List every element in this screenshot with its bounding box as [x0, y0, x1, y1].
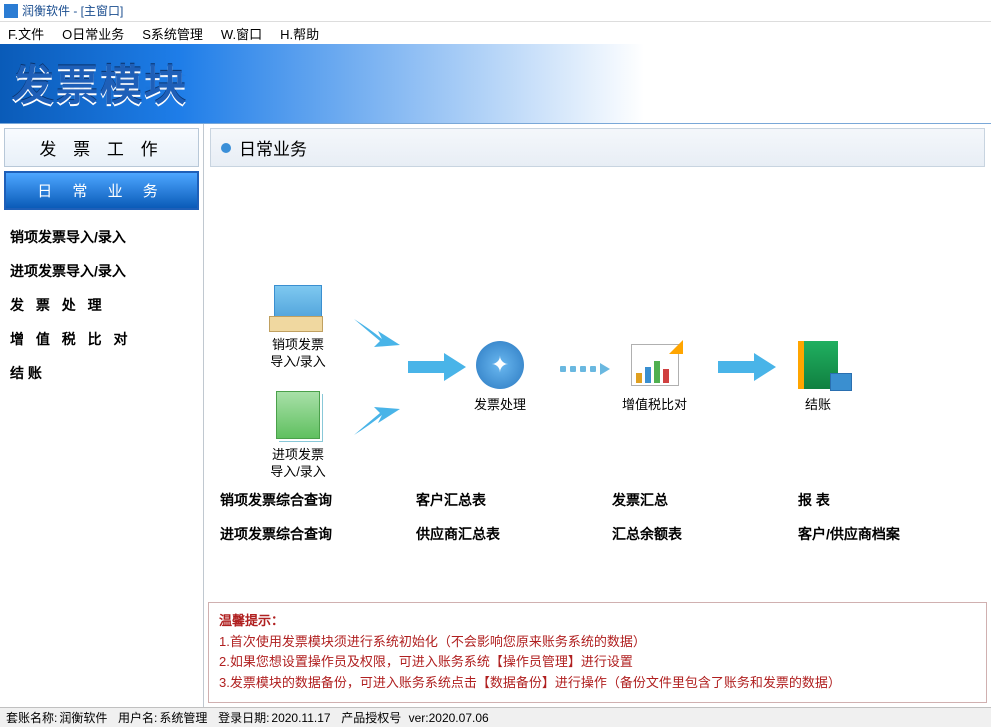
- document-icon: [276, 391, 320, 439]
- gear-icon: [476, 341, 524, 389]
- status-date-label: 登录日期:: [218, 709, 269, 726]
- wf-process-label: 发票处理: [472, 397, 528, 414]
- wf-purchase-label: 进项发票导入/录入: [270, 447, 326, 481]
- arrow-icon: [352, 397, 402, 437]
- wf-purchase[interactable]: 进项发票导入/录入: [270, 387, 326, 481]
- menu-file[interactable]: F.文件: [8, 24, 44, 43]
- sidebar-item-purchase[interactable]: 进项发票导入/录入: [4, 254, 199, 288]
- wf-sales-label: 销项发票导入/录入: [270, 337, 326, 371]
- wf-process[interactable]: 发票处理: [472, 337, 528, 414]
- wf-sales[interactable]: 销项发票导入/录入: [270, 277, 326, 371]
- wf-vat-label: 增值税比对: [622, 397, 687, 414]
- link-invoice-summary[interactable]: 发票汇总: [612, 490, 782, 510]
- sidebar: 发 票 工 作 日 常 业 务 销项发票导入/录入 进项发票导入/录入 发 票 …: [0, 124, 204, 707]
- app-icon: [4, 4, 18, 18]
- titlebar: 润衡软件 - [主窗口]: [0, 0, 991, 22]
- link-customer-summary[interactable]: 客户汇总表: [416, 490, 596, 510]
- status-user-label: 用户名:: [118, 709, 157, 726]
- banner: 发票模块 发票模块: [0, 44, 991, 124]
- chart-icon: [631, 344, 679, 386]
- status-lic: ver:2020.07.06: [409, 711, 489, 725]
- arrow-icon: [718, 353, 776, 381]
- dots-arrow-icon: [560, 363, 610, 375]
- sidebar-item-close[interactable]: 结 账: [4, 356, 199, 390]
- arrow-icon: [352, 317, 402, 357]
- menu-window[interactable]: W.窗口: [221, 24, 262, 43]
- link-purchase-query[interactable]: 进项发票综合查询: [220, 524, 400, 544]
- content-header: 日常业务: [210, 128, 985, 167]
- statusbar: 套账名称: 润衡软件 用户名: 系统管理 登录日期: 2020.11.17 产品…: [0, 707, 991, 727]
- book-icon: [798, 341, 838, 389]
- sidebar-item-sales[interactable]: 销项发票导入/录入: [4, 220, 199, 254]
- quick-links: 销项发票综合查询 客户汇总表 发票汇总 报 表 进项发票综合查询 供应商汇总表 …: [220, 490, 981, 544]
- content-title: 日常业务: [239, 135, 307, 160]
- status-date: 2020.11.17: [271, 711, 330, 725]
- window-title: 润衡软件 - [主窗口]: [22, 2, 123, 19]
- bullet-icon: [221, 143, 231, 153]
- sidebar-item-vat[interactable]: 增 值 税 比 对: [4, 322, 199, 356]
- menubar: F.文件 O日常业务 S系统管理 W.窗口 H.帮助: [0, 22, 991, 44]
- menu-help[interactable]: H.帮助: [280, 24, 319, 43]
- tips-panel: 温馨提示： 1.首次使用发票模块须进行系统初始化（不会影响您原来账务系统的数据）…: [208, 602, 987, 703]
- tips-line3: 3.发票模块的数据备份，可进入账务系统点击【数据备份】进行操作（备份文件里包含了…: [219, 673, 976, 694]
- status-account-label: 套账名称:: [6, 709, 57, 726]
- menu-system[interactable]: S系统管理: [142, 24, 203, 43]
- tips-line2: 2.如果您想设置操作员及权限，可进入账务系统【操作员管理】进行设置: [219, 652, 976, 673]
- status-user: 系统管理: [159, 709, 207, 726]
- sidebar-active-item[interactable]: 日 常 业 务: [4, 171, 199, 210]
- link-balance-summary[interactable]: 汇总余额表: [612, 524, 782, 544]
- sidebar-header: 发 票 工 作: [4, 128, 199, 167]
- tips-title: 温馨提示：: [219, 611, 976, 632]
- wf-close-label: 结账: [790, 397, 846, 414]
- banner-reflection: 发票模块: [12, 70, 188, 101]
- tips-line1: 1.首次使用发票模块须进行系统初始化（不会影响您原来账务系统的数据）: [219, 632, 976, 653]
- link-reports[interactable]: 报 表: [798, 490, 978, 510]
- wf-vat[interactable]: 增值税比对: [622, 337, 687, 414]
- workflow: 销项发票导入/录入 进项发票导入/录入 发票处理 增值税比对 结账: [210, 187, 985, 507]
- document-icon: [274, 285, 322, 325]
- status-lic-label: 产品授权号: [341, 709, 401, 726]
- wf-close[interactable]: 结账: [790, 337, 846, 414]
- arrow-icon: [408, 353, 466, 381]
- link-archives[interactable]: 客户/供应商档案: [798, 524, 978, 544]
- link-supplier-summary[interactable]: 供应商汇总表: [416, 524, 596, 544]
- status-account: 润衡软件: [59, 709, 107, 726]
- content: 日常业务 销项发票导入/录入 进项发票导入/录入 发票处理 增值税比对 结账: [204, 124, 991, 707]
- link-sales-query[interactable]: 销项发票综合查询: [220, 490, 400, 510]
- menu-daily[interactable]: O日常业务: [62, 24, 124, 43]
- sidebar-item-process[interactable]: 发 票 处 理: [4, 288, 199, 322]
